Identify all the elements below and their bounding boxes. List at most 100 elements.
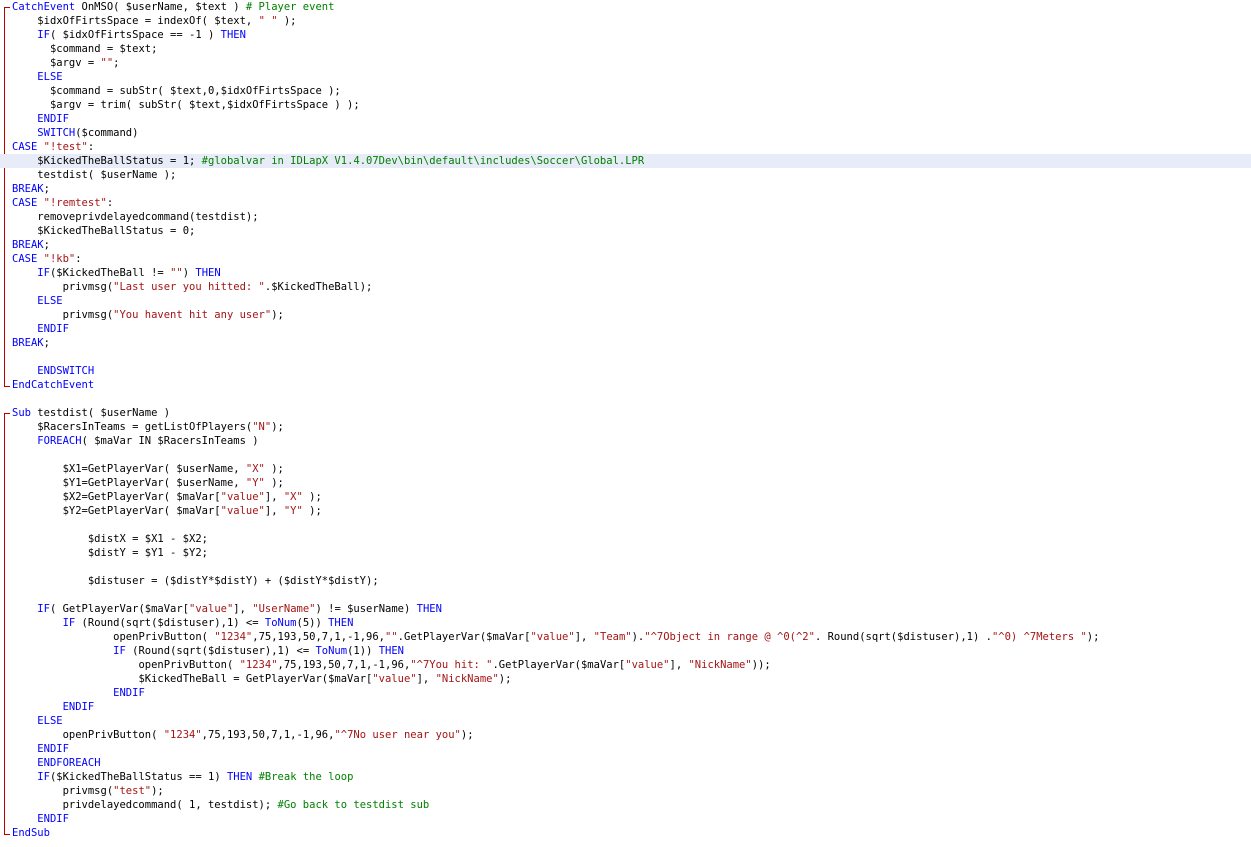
code-line[interactable]: $Y1=GetPlayerVar( $userName, "Y" ); <box>0 476 1251 490</box>
code-line[interactable] <box>0 518 1251 532</box>
code-line[interactable]: SWITCH($command) <box>0 126 1251 140</box>
string-token: "" <box>170 267 183 279</box>
code-line[interactable]: $command = subStr( $text,0,$idxOfFirtsSp… <box>0 84 1251 98</box>
string-token: "" <box>385 631 398 643</box>
code-line[interactable]: ENDFOREACH <box>0 756 1251 770</box>
code-line[interactable]: ENDSWITCH <box>0 364 1251 378</box>
code-line[interactable]: IF( GetPlayerVar($maVar["value"], "UserN… <box>0 602 1251 616</box>
code-token: $command = subStr( $text,0,$idxOfFirtsSp… <box>49 85 341 97</box>
code-line[interactable]: ENDIF <box>0 112 1251 126</box>
keyword-token: BREAK <box>12 239 44 251</box>
code-line[interactable]: $idxOfFirtsSpace = indexOf( $text, " " )… <box>0 14 1251 28</box>
string-token: "" <box>100 57 114 69</box>
code-line[interactable]: $KickedTheBallStatus = 1; #globalvar in … <box>0 154 1251 168</box>
code-line[interactable]: $KickedTheBallStatus = 0; <box>0 224 1251 238</box>
code-line[interactable]: $argv = trim( subStr( $text,$idxOfFirtsS… <box>0 98 1251 112</box>
code-line[interactable]: IF($KickedTheBallStatus == 1) THEN #Brea… <box>0 770 1251 784</box>
code-line[interactable]: testdist( $userName ); <box>0 168 1251 182</box>
keyword-token: ENDSWITCH <box>37 365 95 377</box>
code-line[interactable]: $X1=GetPlayerVar( $userName, "X" ); <box>0 462 1251 476</box>
code-line[interactable]: CASE "!kb": <box>0 252 1251 266</box>
code-line[interactable] <box>0 448 1251 462</box>
code-line[interactable]: BREAK; <box>0 182 1251 196</box>
code-line[interactable]: openPrivButton( "1234",75,193,50,7,1,-1,… <box>0 630 1251 644</box>
code-lines[interactable]: CatchEvent OnMSO( $userName, $text ) # P… <box>0 0 1251 840</box>
code-line[interactable]: IF (Round(sqrt($distuser),1) <= ToNum(5)… <box>0 616 1251 630</box>
code-line[interactable] <box>0 392 1251 406</box>
code-line[interactable]: $KickedTheBall = GetPlayerVar($maVar["va… <box>0 672 1251 686</box>
code-line[interactable] <box>0 588 1251 602</box>
keyword-token: CASE <box>12 197 38 209</box>
code-line[interactable]: $X2=GetPlayerVar( $maVar["value"], "X" )… <box>0 490 1251 504</box>
code-line[interactable]: CatchEvent OnMSO( $userName, $text ) # P… <box>0 0 1251 14</box>
code-line[interactable]: $Y2=GetPlayerVar( $maVar["value"], "Y" )… <box>0 504 1251 518</box>
code-line[interactable]: openPrivButton( "1234",75,193,50,7,1,-1,… <box>0 728 1251 742</box>
code-token: $command = $text; <box>49 43 158 55</box>
code-token: ; <box>43 183 50 195</box>
code-token: $idxOfFirtsSpace = indexOf( $text, <box>37 15 259 27</box>
code-line[interactable]: ELSE <box>0 714 1251 728</box>
code-line[interactable]: ENDIF <box>0 686 1251 700</box>
code-line[interactable] <box>0 560 1251 574</box>
keyword-token: IF <box>62 617 76 629</box>
string-token: "Y" <box>283 505 303 517</box>
keyword-token: EndCatchEvent <box>12 379 95 391</box>
keyword-token: IF <box>37 29 50 41</box>
code-line[interactable]: ENDIF <box>0 700 1251 714</box>
keyword-token: ELSE <box>37 71 63 83</box>
code-line[interactable]: ENDIF <box>0 742 1251 756</box>
keyword-token: CASE <box>12 141 38 153</box>
code-line[interactable]: $distY = $Y1 - $Y2; <box>0 546 1251 560</box>
code-line[interactable]: privmsg("You havent hit any user"); <box>0 308 1251 322</box>
code-line[interactable]: $RacersInTeams = getListOfPlayers("N"); <box>0 420 1251 434</box>
code-line[interactable]: EndCatchEvent <box>0 378 1251 392</box>
code-token: $KickedTheBall = GetPlayerVar($maVar[ <box>138 673 373 685</box>
code-editor[interactable]: CatchEvent OnMSO( $userName, $text ) # P… <box>0 0 1251 847</box>
code-token: openPrivButton( <box>113 631 215 643</box>
keyword-token: ENDIF <box>37 323 69 335</box>
code-token: ,75,193,50,7,1,-1,96, <box>252 631 386 643</box>
string-token: "N" <box>252 421 272 433</box>
string-token: "1234" <box>214 631 253 643</box>
code-line[interactable]: privmsg("test"); <box>0 784 1251 798</box>
code-token: $distuser = ($distY*$distY) + ($distY*$d… <box>87 575 379 587</box>
code-line[interactable]: FOREACH( $maVar IN $RacersInTeams ) <box>0 434 1251 448</box>
code-line[interactable]: ELSE <box>0 70 1251 84</box>
code-line[interactable]: IF( $idxOfFirtsSpace == -1 ) THEN <box>0 28 1251 42</box>
code-line[interactable]: $distX = $X1 - $X2; <box>0 532 1251 546</box>
code-line[interactable]: IF($KickedTheBall != "") THEN <box>0 266 1251 280</box>
code-token: ], <box>669 659 689 671</box>
keyword-token: IF <box>37 771 50 783</box>
code-line[interactable]: ENDIF <box>0 812 1251 826</box>
code-token: ], <box>264 505 284 517</box>
code-line[interactable]: ELSE <box>0 294 1251 308</box>
code-token: removeprivdelayedcommand(testdist); <box>37 211 259 223</box>
code-line[interactable]: EndSub <box>0 826 1251 840</box>
code-token: testdist( $userName ) <box>30 407 171 419</box>
code-line[interactable]: privdelayedcommand( 1, testdist); #Go ba… <box>0 798 1251 812</box>
code-line[interactable]: BREAK; <box>0 336 1251 350</box>
code-line[interactable]: removeprivdelayedcommand(testdist); <box>0 210 1251 224</box>
code-line[interactable]: $argv = ""; <box>0 56 1251 70</box>
code-token: ); <box>498 673 512 685</box>
code-token: ], <box>233 603 253 615</box>
code-line[interactable]: ENDIF <box>0 322 1251 336</box>
code-line[interactable] <box>0 350 1251 364</box>
code-line[interactable]: $distuser = ($distY*$distY) + ($distY*$d… <box>0 574 1251 588</box>
code-line[interactable]: openPrivButton( "1234",75,193,50,7,1,-1,… <box>0 658 1251 672</box>
code-line[interactable]: $command = $text; <box>0 42 1251 56</box>
keyword-token: ENDIF <box>62 701 95 713</box>
code-line[interactable]: BREAK; <box>0 238 1251 252</box>
code-line[interactable]: Sub testdist( $userName ) <box>0 406 1251 420</box>
code-line[interactable]: IF (Round(sqrt($distuser),1) <= ToNum(1)… <box>0 644 1251 658</box>
string-token: "value" <box>189 603 234 615</box>
code-line[interactable]: CASE "!test": <box>0 140 1251 154</box>
string-token: "NickName" <box>688 659 752 671</box>
code-token: privdelayedcommand( 1, testdist); <box>62 799 278 811</box>
code-line[interactable]: CASE "!remtest": <box>0 196 1251 210</box>
code-line[interactable]: privmsg("Last user you hitted: ".$Kicked… <box>0 280 1251 294</box>
